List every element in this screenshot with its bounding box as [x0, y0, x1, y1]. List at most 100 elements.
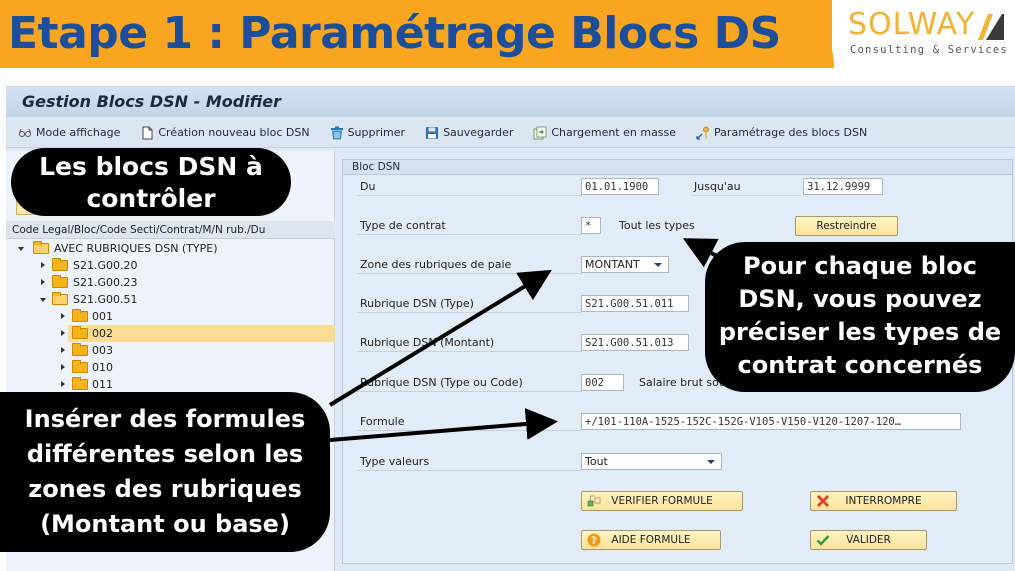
expand-icon[interactable]: [41, 279, 45, 285]
rubrique-code-input[interactable]: [581, 374, 624, 391]
zone-rubriques-label: Zone des rubriques de paie: [357, 256, 582, 274]
folder-open-icon: [33, 241, 49, 254]
expand-icon[interactable]: [61, 364, 65, 370]
form-group-title: Bloc DSN: [343, 160, 1012, 175]
tree-node-label: AVEC RUBRIQUES DSN (TYPE): [54, 242, 218, 255]
type-valeurs-select[interactable]: Tout: [581, 453, 722, 470]
rubrique-code-label: Rubrique DSN (Type ou Code): [357, 374, 582, 392]
tree-node[interactable]: 011: [6, 376, 335, 393]
formule-input[interactable]: [581, 413, 961, 430]
chevron-down-icon: [707, 460, 715, 464]
glasses-icon: [19, 128, 31, 137]
aide-formule-button[interactable]: ? AIDE FORMULE: [581, 530, 721, 550]
tree-node-label: 003: [92, 344, 113, 357]
type-valeurs-value: Tout: [585, 455, 608, 468]
formule-label: Formule: [357, 413, 582, 431]
toolbar-label: Mode affichage: [36, 126, 121, 139]
jusquau-label: Jusqu'au: [691, 178, 801, 196]
toolbar-mode-affichage[interactable]: Mode affichage: [18, 126, 120, 140]
help-icon: ?: [587, 533, 601, 547]
callout-blocs-dsn: Les blocs DSN à contrôler: [11, 148, 291, 216]
callout-line: différentes selon les: [26, 440, 304, 468]
du-input[interactable]: [581, 178, 659, 195]
toolbar-label: Chargement en masse: [551, 126, 677, 139]
expand-icon[interactable]: [41, 262, 45, 268]
callout-line: contrat concernés: [737, 351, 983, 379]
chevron-down-icon: [654, 263, 662, 267]
tree-node-label: S21.G00.23: [73, 276, 138, 289]
zone-rubriques-select[interactable]: MONTANT: [581, 256, 669, 273]
tree-node-label: 010: [92, 361, 113, 374]
slide-title: Etape 1 : Paramétrage Blocs DSN: [8, 8, 818, 59]
save-icon: [426, 126, 439, 139]
application-toolbar: Mode affichage Création nouveau bloc DSN…: [6, 118, 1015, 148]
toolbar-label: Création nouveau bloc DSN: [158, 126, 310, 139]
collapse-icon[interactable]: [18, 247, 24, 251]
valider-button[interactable]: VALIDER: [810, 530, 927, 550]
toolbar-label: Paramétrage des blocs DSN: [714, 126, 868, 139]
settings-key-icon: [696, 126, 709, 140]
verifier-formule-button[interactable]: VERIFIER FORMULE: [581, 491, 743, 511]
callout-line: DSN, vous pouvez: [738, 285, 982, 313]
new-document-icon: [142, 126, 153, 139]
callout-line: contrôler: [86, 184, 216, 213]
logo-word: SOLWAY: [848, 7, 976, 42]
type-contrat-input[interactable]: [581, 217, 601, 234]
interrompre-label: INTERROMPRE: [845, 495, 922, 507]
callout-types-contrat: Pour chaque bloc DSN, vous pouvez précis…: [705, 242, 1015, 392]
tree-node[interactable]: 001: [6, 308, 335, 325]
folder-icon: [72, 326, 88, 339]
callout-line: Les blocs DSN à: [39, 152, 263, 181]
type-contrat-description: Tout les types: [619, 219, 695, 232]
tree-node[interactable]: S21.G00.23: [6, 274, 335, 291]
aide-formule-label: AIDE FORMULE: [611, 534, 691, 546]
zone-rubriques-value: MONTANT: [585, 258, 640, 271]
tree-node[interactable]: 010: [6, 359, 335, 376]
tree-node-label: 001: [92, 310, 113, 323]
trash-icon: [330, 126, 343, 139]
tree-column-header: Code Legal/Bloc/Code Secti/Contrat/M/N r…: [6, 221, 335, 239]
rubrique-montant-label: Rubrique DSN (Montant): [357, 334, 582, 352]
slide-banner: Etape 1 : Paramétrage Blocs DSN: [0, 0, 832, 68]
toolbar-parametrage-blocs[interactable]: Paramétrage des blocs DSN: [696, 126, 867, 140]
expand-icon[interactable]: [61, 330, 65, 336]
rubrique-type-label: Rubrique DSN (Type): [357, 295, 582, 313]
jusquau-input[interactable]: [803, 178, 883, 195]
toolbar-creation-nouveau-bloc[interactable]: Création nouveau bloc DSN: [140, 126, 310, 140]
folder-icon: [72, 360, 88, 373]
logo-tagline: Consulting & Services: [850, 44, 1008, 56]
folder-icon: [72, 377, 88, 390]
tree-node-label: 002: [92, 327, 113, 340]
tree-node[interactable]: 003: [6, 342, 335, 359]
expand-icon[interactable]: [61, 313, 65, 319]
tree-node-label: S21.G00.20: [73, 259, 138, 272]
toolbar-label: Supprimer: [347, 126, 406, 139]
tree-node-label: S21.G00.51: [73, 293, 138, 306]
tree-node[interactable]: AVEC RUBRIQUES DSN (TYPE): [6, 240, 335, 257]
toolbar-label: Sauvegarder: [443, 126, 514, 139]
type-valeurs-label: Type valeurs: [357, 453, 582, 471]
interrompre-button[interactable]: INTERROMPRE: [810, 491, 957, 511]
tree-node[interactable]: S21.G00.20: [6, 257, 335, 274]
folder-icon: [72, 309, 88, 322]
type-contrat-label: Type de contrat: [357, 217, 582, 235]
cancel-x-icon: [816, 494, 830, 508]
tree-node[interactable]: S21.G00.51: [6, 291, 335, 308]
callout-line: zones des rubriques: [28, 475, 302, 503]
toolbar-supprimer[interactable]: Supprimer: [330, 126, 406, 140]
toolbar-sauvegarder[interactable]: Sauvegarder: [425, 126, 513, 140]
folder-icon: [52, 275, 68, 288]
expand-icon[interactable]: [61, 347, 65, 353]
callout-formules: Insérer des formules différentes selon l…: [0, 392, 330, 552]
mass-upload-icon: [533, 126, 547, 139]
expand-icon[interactable]: [61, 381, 65, 387]
window-title: Gestion Blocs DSN - Modifier: [22, 92, 282, 111]
toolbar-chargement-en-masse[interactable]: Chargement en masse: [533, 126, 676, 140]
collapse-icon[interactable]: [40, 298, 46, 302]
rubrique-type-input[interactable]: [581, 295, 689, 312]
rubrique-montant-input[interactable]: [581, 334, 689, 351]
restreindre-button[interactable]: Restreindre: [795, 216, 898, 236]
tree-node-selected[interactable]: 002: [6, 325, 335, 342]
verifier-formule-label: VERIFIER FORMULE: [611, 495, 713, 507]
svg-text:?: ?: [591, 536, 597, 547]
